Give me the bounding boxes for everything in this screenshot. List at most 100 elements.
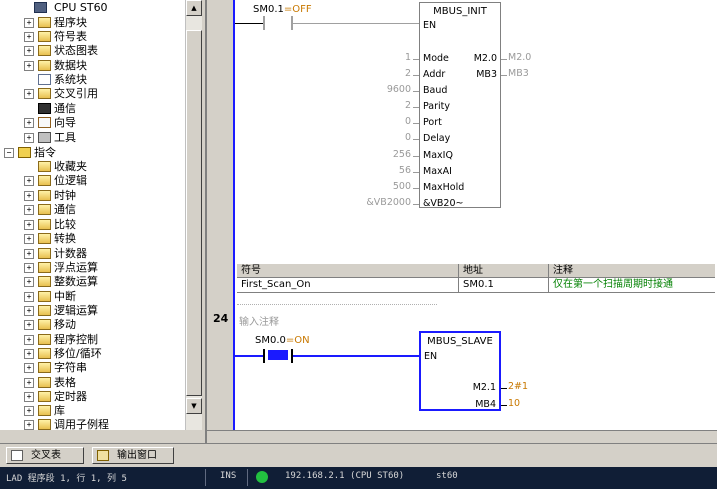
input-value[interactable]: &VB2000 [366,197,411,208]
contact-sm0-1[interactable] [263,16,293,30]
expand-icon[interactable]: + [24,306,34,316]
expand-icon[interactable]: + [24,406,34,416]
expand-icon[interactable]: + [24,133,34,143]
pin-stub [413,172,419,173]
expand-icon[interactable]: + [24,263,34,273]
instructions-icon [18,147,31,158]
expand-icon[interactable]: + [24,277,34,287]
pin-stub [413,59,419,60]
input-value[interactable]: 1 [405,52,411,63]
pin-port: Port [423,117,442,128]
tree-vertical-scrollbar[interactable]: ▲ ▼ [185,0,202,430]
pin-m2-0: M2.0 [473,53,497,64]
pin-m2-1: M2.1 [472,382,496,393]
folder-icon [38,45,51,56]
expand-icon[interactable]: + [24,32,34,42]
pin-maxiq: MaxIQ [423,150,453,161]
contact-sm0-0[interactable] [263,349,293,363]
contact-operand-sm0-1: SM0.1=OFF [253,4,312,15]
integer-math-icon [38,276,51,287]
tab-cross-reference[interactable]: 交叉表 [6,447,84,464]
output-value[interactable]: M2.0 [508,52,531,63]
column-header-symbol: 符号 [237,264,459,277]
call-subroutine-icon [38,419,51,430]
expand-icon[interactable]: + [24,220,34,230]
input-value[interactable]: 9600 [387,84,411,95]
input-value[interactable]: 500 [393,181,411,192]
wire [293,23,419,24]
expand-icon[interactable]: + [24,420,34,430]
expand-icon[interactable]: + [24,349,34,359]
expand-icon[interactable]: + [24,378,34,388]
pin-maxai: MaxAI [423,166,452,177]
editor-horizontal-scrollbar[interactable] [207,430,717,443]
expand-icon[interactable]: + [24,89,34,99]
shift-rotate-icon [38,348,51,359]
pin-addr: Addr [423,69,446,80]
output-value[interactable]: 2#1 [508,381,528,392]
input-value[interactable]: 56 [399,165,411,176]
wire [235,355,265,357]
pin-stub [413,156,419,157]
expand-icon[interactable]: + [24,18,34,28]
input-value[interactable]: 2 [405,68,411,79]
project-tree[interactable]: CPU ST60 + 程序块 + 符号表 + 状态图表 + 数据块 系统块 + … [0,0,186,430]
expand-icon[interactable]: + [24,46,34,56]
string-icon [38,362,51,373]
mbus-slave-box[interactable]: MBUS_SLAVE EN M2.1 MB4 [419,331,501,411]
expand-icon[interactable]: + [24,61,34,71]
folder-icon [38,17,51,28]
scroll-down-arrow-icon[interactable]: ▼ [186,398,202,414]
output-value[interactable]: 10 [508,398,520,409]
address-cell: SM0.1 [459,278,549,292]
expand-icon[interactable]: + [24,292,34,302]
input-value[interactable]: 256 [393,149,411,160]
expand-icon[interactable]: + [24,205,34,215]
expand-icon[interactable]: + [24,320,34,330]
expand-icon[interactable]: + [24,176,34,186]
cpu-name: st60 [436,471,458,481]
network-gutter [207,0,233,430]
expand-icon[interactable]: + [24,392,34,402]
symbol-cell: First_Scan_On [237,278,459,292]
collapse-icon[interactable]: − [4,148,14,158]
output-value[interactable]: MB3 [508,68,529,79]
input-value[interactable]: 2 [405,100,411,111]
favorites-icon [38,161,51,172]
mbus-init-box[interactable]: MBUS_INIT EN Mode Addr Baud Parity Port … [419,2,501,209]
pin-stub [413,204,419,205]
document-icon [38,74,51,85]
compare-icon [38,219,51,230]
contact-energized-fill [268,350,288,360]
scroll-up-arrow-icon[interactable]: ▲ [186,0,202,16]
pin-stub [413,188,419,189]
network-comment[interactable]: 输入注释 [239,313,279,328]
input-value[interactable]: 0 [405,132,411,143]
expand-icon[interactable]: + [24,118,34,128]
table-header: 符号 地址 注释 [237,264,715,278]
column-header-comment: 注释 [553,265,573,276]
tools-icon [38,132,51,143]
pin-stub [501,59,507,60]
computer-icon [38,103,51,114]
expand-icon[interactable]: + [24,335,34,345]
interrupt-icon [38,291,51,302]
expand-icon[interactable]: + [24,363,34,373]
scroll-thumb[interactable] [186,30,202,396]
expand-icon[interactable]: + [24,234,34,244]
library-icon [38,405,51,416]
expand-icon[interactable]: + [24,249,34,259]
pin-maxhold: MaxHold [423,182,465,193]
input-value[interactable]: 0 [405,116,411,127]
tab-output-window[interactable]: 输出窗口 [92,447,174,464]
cross-reference-icon [11,450,23,461]
expand-icon[interactable]: + [24,191,34,201]
timer-icon [38,391,51,402]
bit-logic-icon [38,175,51,186]
network-number[interactable]: 24 [213,312,228,325]
status-bar: LAD 程序段 1, 行 1, 列 5 INS 192.168.2.1 (CPU… [0,467,717,489]
symbol-info-table: 符号 地址 注释 First_Scan_On SM0.1 仅在第一个扫描周期时接… [237,264,715,294]
comment-cell: 仅在第一个扫描周期时接通 [553,279,673,290]
cpu-icon [34,2,47,13]
ladder-editor[interactable]: SM0.1=OFF MBUS_INIT EN Mode Addr Baud Pa… [205,0,717,443]
